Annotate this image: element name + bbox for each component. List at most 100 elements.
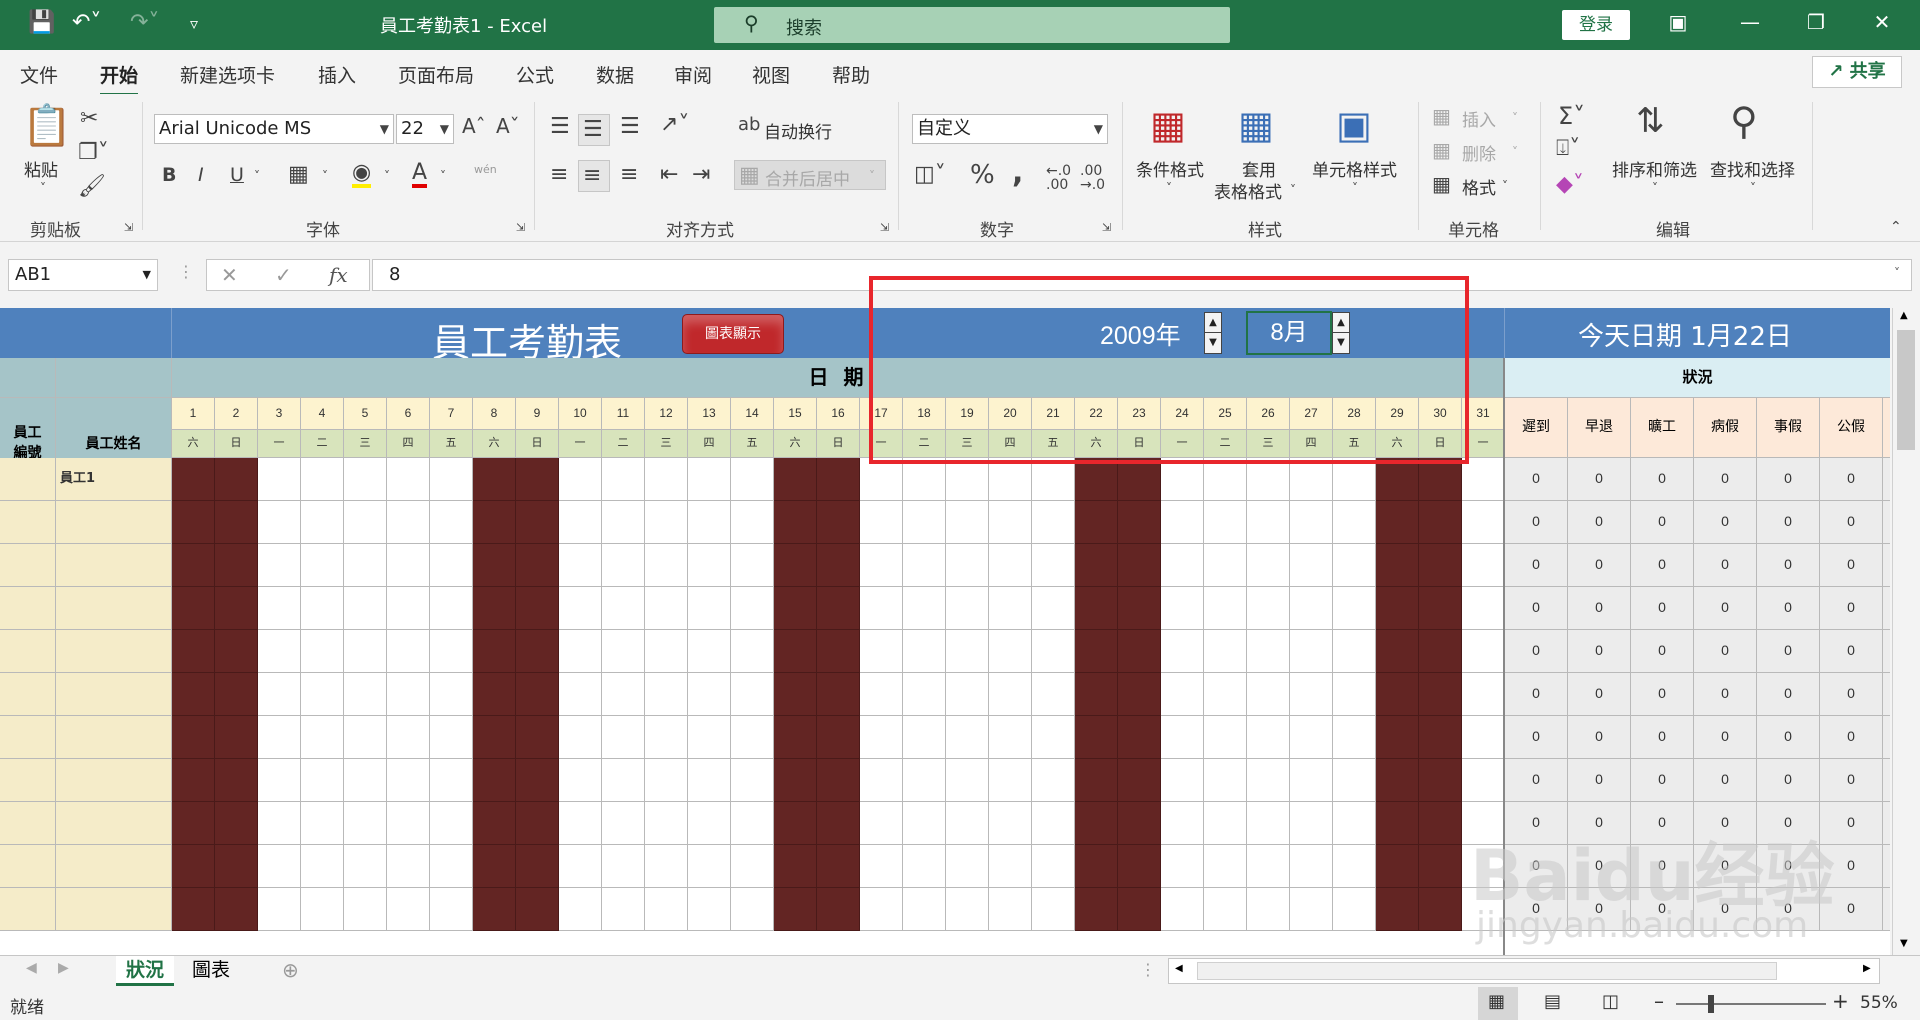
fill-icon[interactable]: ⍗˅ — [1556, 138, 1580, 160]
page-layout-icon[interactable]: ▤ — [1544, 991, 1561, 1012]
attendance-cell[interactable] — [1161, 587, 1204, 630]
status-value-cell[interactable]: 0 — [1757, 759, 1820, 802]
attendance-cell[interactable] — [387, 587, 430, 630]
attendance-cell[interactable] — [344, 716, 387, 759]
attendance-cell[interactable] — [1462, 544, 1505, 587]
attendance-cell[interactable] — [1118, 845, 1161, 888]
attendance-cell[interactable] — [731, 845, 774, 888]
attendance-cell[interactable] — [473, 759, 516, 802]
cut-icon[interactable]: ✂ — [80, 108, 98, 130]
attendance-cell[interactable] — [1376, 458, 1419, 501]
attendance-cell[interactable] — [559, 673, 602, 716]
attendance-cell[interactable] — [215, 630, 258, 673]
attendance-cell[interactable] — [1032, 802, 1075, 845]
share-button[interactable]: ↗ 共享 — [1812, 56, 1902, 88]
attendance-cell[interactable] — [559, 716, 602, 759]
attendance-cell[interactable] — [430, 759, 473, 802]
attendance-cell[interactable] — [301, 802, 344, 845]
attendance-cell[interactable] — [903, 716, 946, 759]
attendance-cell[interactable] — [1376, 888, 1419, 931]
attendance-cell[interactable] — [903, 845, 946, 888]
attendance-cell[interactable] — [1161, 716, 1204, 759]
attendance-cell[interactable] — [258, 888, 301, 931]
attendance-cell[interactable] — [301, 587, 344, 630]
emp-name-cell[interactable]: 員工1 — [56, 458, 172, 501]
attendance-cell[interactable] — [774, 501, 817, 544]
attendance-cell[interactable] — [903, 673, 946, 716]
weekday-cell[interactable]: 三 — [645, 430, 688, 458]
attendance-cell[interactable] — [602, 673, 645, 716]
attendance-cell[interactable] — [688, 544, 731, 587]
day-number-cell[interactable]: 16 — [817, 398, 860, 430]
status-value-cell[interactable]: 0 — [1505, 458, 1568, 501]
attendance-cell[interactable] — [1032, 888, 1075, 931]
status-value-cell[interactable]: 0 — [1757, 716, 1820, 759]
status-value-edge[interactable] — [1883, 716, 1890, 759]
status-value-cell[interactable]: 0 — [1631, 544, 1694, 587]
attendance-cell[interactable] — [258, 630, 301, 673]
attendance-cell[interactable] — [258, 802, 301, 845]
tab-page-layout[interactable]: 页面布局 — [398, 61, 474, 88]
attendance-cell[interactable] — [946, 802, 989, 845]
attendance-cell[interactable] — [258, 458, 301, 501]
weekday-cell[interactable]: 四 — [387, 430, 430, 458]
attendance-cell[interactable] — [645, 544, 688, 587]
attendance-cell[interactable] — [1247, 888, 1290, 931]
attendance-cell[interactable] — [1290, 759, 1333, 802]
attendance-cell[interactable] — [774, 544, 817, 587]
attendance-cell[interactable] — [946, 630, 989, 673]
weekday-cell[interactable]: 二 — [602, 430, 645, 458]
attendance-cell[interactable] — [1075, 630, 1118, 673]
attendance-cell[interactable] — [731, 587, 774, 630]
merge-center-button[interactable]: ▦ 合并后居中 ˅ — [734, 160, 886, 190]
attendance-cell[interactable] — [946, 845, 989, 888]
weekday-cell[interactable]: 六 — [172, 430, 215, 458]
attendance-cell[interactable] — [903, 630, 946, 673]
attendance-cell[interactable] — [215, 501, 258, 544]
attendance-cell[interactable] — [860, 544, 903, 587]
weekday-cell[interactable]: 日 — [516, 430, 559, 458]
status-value-cell[interactable]: 0 — [1631, 759, 1694, 802]
attendance-cell[interactable] — [1376, 759, 1419, 802]
wrap-text-label[interactable]: 自动换行 — [764, 118, 832, 143]
attendance-cell[interactable] — [1290, 544, 1333, 587]
attendance-cell[interactable] — [731, 501, 774, 544]
attendance-cell[interactable] — [387, 673, 430, 716]
attendance-cell[interactable] — [1247, 458, 1290, 501]
attendance-cell[interactable] — [1462, 759, 1505, 802]
alignment-launcher-icon[interactable]: ⇲ — [880, 222, 889, 233]
attendance-cell[interactable] — [430, 544, 473, 587]
attendance-cell[interactable] — [1075, 544, 1118, 587]
day-number-cell[interactable]: 15 — [774, 398, 817, 430]
attendance-cell[interactable] — [946, 716, 989, 759]
attendance-cell[interactable] — [774, 759, 817, 802]
fill-dropdown-icon[interactable]: ˅ — [384, 170, 390, 182]
prev-sheet-icon[interactable]: ◀ — [26, 960, 37, 976]
attendance-cell[interactable] — [215, 845, 258, 888]
underline-dropdown-icon[interactable]: ˅ — [254, 170, 260, 182]
attendance-cell[interactable] — [516, 630, 559, 673]
status-value-cell[interactable]: 0 — [1568, 673, 1631, 716]
attendance-cell[interactable] — [645, 673, 688, 716]
status-value-cell[interactable]: 0 — [1505, 501, 1568, 544]
decrease-indent-icon[interactable]: ⇤ — [660, 164, 678, 186]
search-box[interactable]: ⚲ 搜索 — [714, 7, 1230, 43]
attendance-cell[interactable] — [1462, 501, 1505, 544]
tab-home[interactable]: 开始 — [100, 61, 139, 96]
attendance-cell[interactable] — [516, 544, 559, 587]
status-header[interactable]: 狀況 — [1505, 358, 1890, 398]
attendance-cell[interactable] — [860, 630, 903, 673]
attendance-cell[interactable] — [1419, 501, 1462, 544]
attendance-cell[interactable] — [1376, 845, 1419, 888]
attendance-cell[interactable] — [215, 716, 258, 759]
attendance-cell[interactable] — [774, 845, 817, 888]
status-value-edge[interactable] — [1883, 544, 1890, 587]
tab-data[interactable]: 数据 — [596, 61, 634, 88]
attendance-cell[interactable] — [731, 630, 774, 673]
attendance-cell[interactable] — [387, 544, 430, 587]
status-value-cell[interactable]: 0 — [1568, 630, 1631, 673]
attendance-cell[interactable] — [1118, 458, 1161, 501]
attendance-cell[interactable] — [1333, 716, 1376, 759]
attendance-cell[interactable] — [946, 888, 989, 931]
status-value-cell[interactable]: 0 — [1694, 544, 1757, 587]
